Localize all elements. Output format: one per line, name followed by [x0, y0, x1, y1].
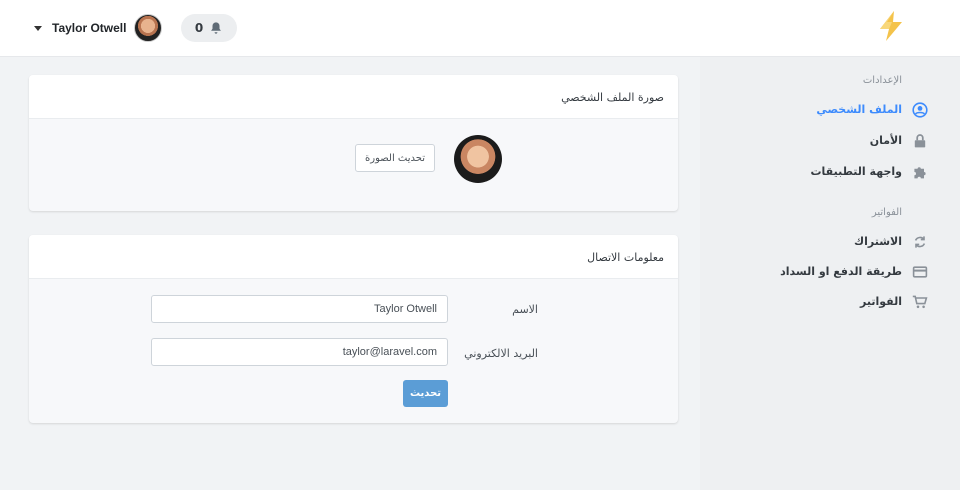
puzzle-icon [914, 167, 926, 179]
sidebar-item-profile[interactable]: الملف الشخصي [816, 102, 928, 118]
sidebar-item-subscription[interactable]: الاشتراك [854, 235, 926, 248]
cart-icon [912, 295, 928, 309]
sidebar-item-payment-method[interactable]: طريقة الدفع او السداد [780, 265, 928, 278]
caret-down-icon [34, 25, 42, 31]
refresh-icon [914, 236, 926, 248]
name-label: الاسم [512, 303, 538, 316]
notification-count: 0 [194, 21, 204, 35]
card-title: معلومات الاتصال [587, 251, 664, 264]
profile-photo-card: صورة الملف الشخصي تحديث الصورة [29, 75, 678, 211]
sidebar-item-security[interactable]: الأمان [869, 134, 926, 148]
lock-icon [914, 134, 926, 148]
user-avatar[interactable] [134, 14, 163, 42]
credit-card-icon [912, 266, 928, 278]
user-circle-icon [912, 102, 928, 118]
lightning-logo-icon[interactable] [876, 10, 906, 42]
email-label: البريد الالكتروني [464, 347, 538, 360]
update-button[interactable]: تحديث [403, 380, 448, 407]
notifications-button[interactable]: 0 [181, 14, 237, 42]
sidebar: الإعدادات الملف الشخصي الأمان واجهة التط… [700, 57, 960, 490]
sidebar-item-label: الأمان [869, 134, 902, 147]
billing-section-title: الفواتير [871, 207, 902, 218]
profile-avatar [454, 135, 502, 183]
user-name: Taylor Otwell [52, 21, 127, 35]
card-header: معلومات الاتصال [29, 235, 678, 279]
sidebar-item-label: واجهة التطبيقات [810, 165, 903, 178]
card-title: صورة الملف الشخصي [561, 91, 664, 104]
sidebar-item-label: الملف الشخصي [816, 103, 902, 116]
card-header: صورة الملف الشخصي [29, 75, 678, 119]
email-input[interactable]: taylor@laravel.com [151, 338, 448, 366]
contact-info-card: معلومات الاتصال الاسم Taylor Otwell البر… [29, 235, 678, 423]
settings-section-title: الإعدادات [862, 75, 902, 86]
user-menu[interactable]: Taylor Otwell [34, 14, 163, 42]
bell-icon [211, 22, 222, 34]
sidebar-item-label: طريقة الدفع او السداد [780, 265, 902, 278]
sidebar-item-api[interactable]: واجهة التطبيقات [810, 165, 926, 179]
sidebar-item-label: الفواتير [860, 295, 902, 308]
sidebar-item-invoices[interactable]: الفواتير [860, 295, 928, 309]
name-input[interactable]: Taylor Otwell [151, 295, 448, 323]
sidebar-item-label: الاشتراك [854, 235, 902, 248]
top-navbar: Taylor Otwell 0 [0, 0, 960, 57]
update-photo-button[interactable]: تحديث الصورة [355, 144, 435, 172]
